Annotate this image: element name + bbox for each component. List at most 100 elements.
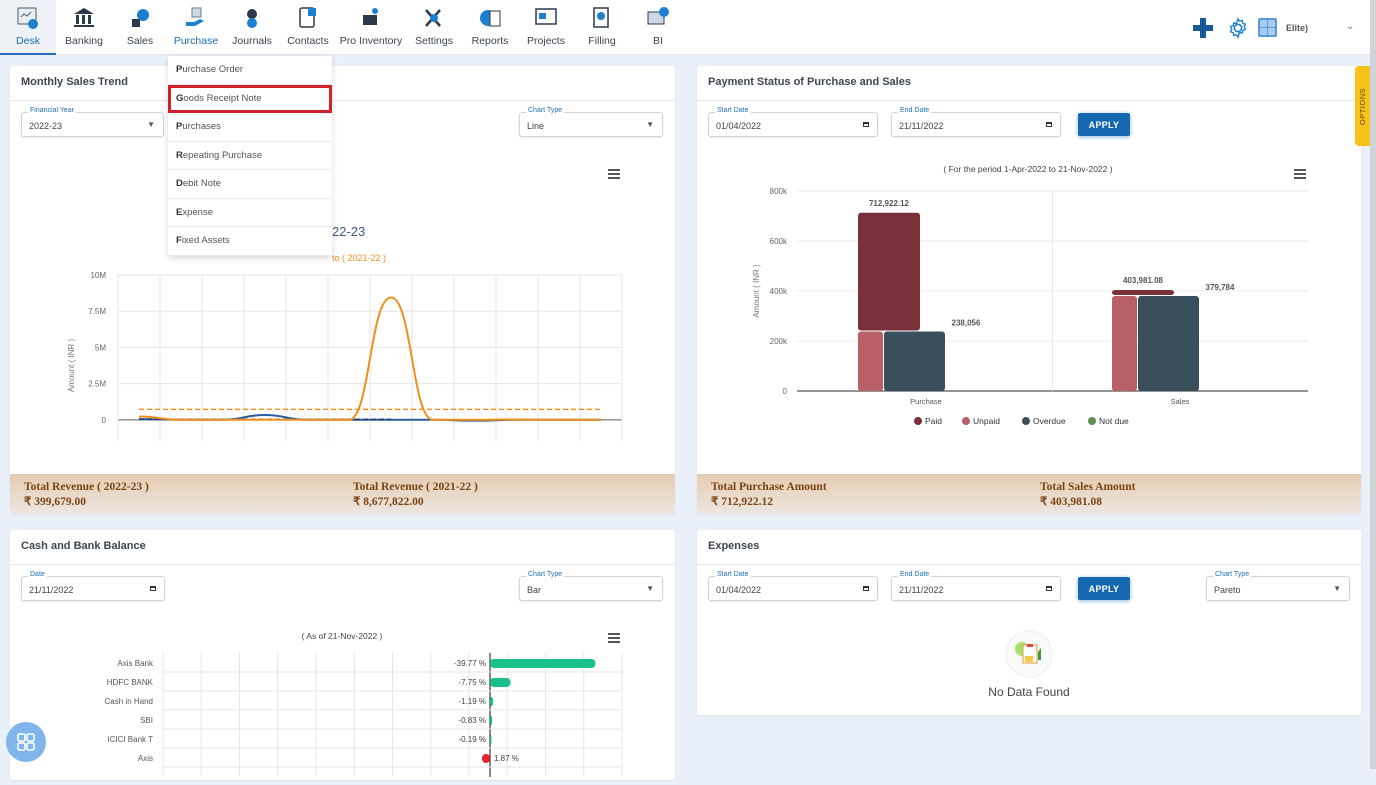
card-title: Cash and Bank Balance <box>21 540 146 552</box>
financial-year-select[interactable]: Financial Year 2022-23 ▼ <box>21 107 164 137</box>
total-value: ₹ 8,677,822.00 <box>353 496 424 508</box>
end-date-input[interactable]: End Date 21/11/2022 <box>891 107 1061 137</box>
bar-paid[interactable] <box>1112 290 1174 296</box>
apply-button[interactable]: APPLY <box>1078 577 1130 600</box>
nav-item-contacts[interactable]: Contacts <box>280 0 336 55</box>
calendar-icon[interactable] <box>1046 122 1052 127</box>
menu-item-repeating-purchase[interactable]: Repeating Purchase <box>168 142 332 170</box>
nav-item-bi[interactable]: BI <box>630 0 686 55</box>
nav-item-sales[interactable]: Sales <box>112 0 168 55</box>
bar-overdue[interactable] <box>884 331 945 391</box>
balance-bar[interactable] <box>482 754 490 763</box>
data-label: 403,981.08 <box>1123 276 1164 285</box>
apps-grid-button[interactable] <box>6 722 46 762</box>
bar-unpaid[interactable] <box>858 331 883 391</box>
chart-type-select[interactable]: Chart Type Line ▼ <box>519 107 663 137</box>
nav-item-filling[interactable]: Filling <box>574 0 630 55</box>
bar-paid[interactable] <box>858 212 920 331</box>
menu-item-fixed-assets[interactable]: Fixed Assets <box>168 227 332 256</box>
date-input[interactable]: Date 21/11/2022 <box>21 571 165 601</box>
filling-icon <box>593 7 609 28</box>
total-value: ₹ 403,981.08 <box>1040 496 1102 508</box>
nav-item-journals[interactable]: Journals <box>224 0 280 55</box>
add-icon[interactable] <box>1193 18 1213 38</box>
divider <box>10 564 675 565</box>
menu-item-debit-note[interactable]: Debit Note <box>168 170 332 199</box>
projects-icon <box>535 8 557 25</box>
end-date-input[interactable]: End Date 21/11/2022 <box>891 571 1061 601</box>
y-tick-label: 200k <box>770 337 788 346</box>
nav-item-banking[interactable]: Banking <box>56 0 112 55</box>
user-company-label[interactable]: Elite) <box>1286 23 1308 33</box>
apply-button[interactable]: APPLY <box>1078 113 1130 136</box>
field-label: Chart Type <box>1213 571 1252 578</box>
legend-swatch <box>1022 417 1030 425</box>
menu-item-goods-receipt-note[interactable]: Goods Receipt Note <box>168 84 332 113</box>
no-data-illustration-icon <box>1005 630 1053 678</box>
page-scrollbar[interactable] <box>1370 0 1376 769</box>
nav-item-projects[interactable]: Projects <box>518 0 574 55</box>
bi-icon <box>647 7 669 25</box>
data-label: 712,922.12 <box>869 199 910 208</box>
legend-item[interactable]: Not due <box>1099 416 1129 426</box>
reports-icon <box>480 10 501 27</box>
legend-swatch <box>1088 417 1096 425</box>
chart-title: 22-23 <box>332 224 365 239</box>
legend-item[interactable]: Paid <box>925 416 942 426</box>
data-label: -7.75 % <box>458 678 486 687</box>
cash-bank-bar-chart: ( As of 21-Nov-2022 ) Axis Bank -39.77 % HD… <box>105 631 623 777</box>
chart-type-select[interactable]: Chart Type Bar ▼ <box>519 571 663 601</box>
legend-swatch <box>962 417 970 425</box>
journals-icon <box>247 9 257 28</box>
chart-type-select[interactable]: Chart Type Pareto ▼ <box>1206 571 1350 601</box>
balance-bar[interactable] <box>490 697 494 706</box>
caret-down-icon: ▼ <box>147 120 155 129</box>
field-label: End Date <box>898 571 932 578</box>
y-tick-label: 400k <box>770 287 788 296</box>
balance-bar[interactable] <box>490 659 596 668</box>
y-tick-label: 2.5M <box>88 380 106 389</box>
options-tab[interactable]: OPTIONS <box>1355 66 1371 146</box>
field-value: 21/11/2022 <box>899 585 944 595</box>
menu-item-label: urchase Order <box>182 64 244 76</box>
menu-item-expense[interactable]: Expense <box>168 199 332 227</box>
y-tick-label: ICICI Bank T <box>107 735 153 744</box>
menu-item-purchases[interactable]: Purchases <box>168 113 332 142</box>
nav-item-desk[interactable]: Desk <box>0 0 56 55</box>
y-tick-label: 600k <box>770 237 788 246</box>
legend-item[interactable]: Overdue <box>1033 416 1066 426</box>
start-date-input[interactable]: Start Date 01/04/2022 <box>708 107 878 137</box>
caret-down-icon: ▼ <box>1333 584 1341 593</box>
y-tick-label: 0 <box>102 416 107 425</box>
chevron-down-icon[interactable]: ⌄ <box>1346 21 1354 32</box>
y-axis-label: Amount ( INR ) <box>752 264 761 318</box>
menu-item-label: xpense <box>182 206 213 218</box>
nav-label: Reports <box>471 35 509 47</box>
menu-item-purchase-order[interactable]: Purchase Order <box>168 56 332 85</box>
chart-subtitle: to ( 2021-22 ) <box>332 253 386 263</box>
balance-bar[interactable] <box>490 716 493 725</box>
nav-item-reports[interactable]: Reports <box>462 0 518 55</box>
bar-overdue[interactable] <box>1138 296 1199 391</box>
bar-unpaid[interactable] <box>1112 296 1137 391</box>
calendar-icon[interactable] <box>150 586 156 591</box>
balance-bar[interactable] <box>490 678 511 687</box>
calculator-icon[interactable] <box>1258 18 1277 37</box>
field-value: 01/04/2022 <box>716 585 762 595</box>
menu-item-label: ixed Assets <box>181 235 230 247</box>
calendar-icon[interactable] <box>863 586 869 591</box>
nav-label: BI <box>653 35 663 47</box>
nav-item-purchase[interactable]: Purchase <box>168 0 224 55</box>
nav-item-settings[interactable]: Settings <box>406 0 462 55</box>
calendar-icon[interactable] <box>1046 586 1052 591</box>
nav-label: Desk <box>16 35 40 47</box>
calendar-icon[interactable] <box>863 122 869 127</box>
y-tick-label: 5M <box>95 343 106 352</box>
nav-item-pro-inventory[interactable]: Pro Inventory <box>336 0 406 55</box>
start-date-input[interactable]: Start Date 01/04/2022 <box>708 571 878 601</box>
balance-bar[interactable] <box>490 735 492 744</box>
legend-item[interactable]: Unpaid <box>973 416 1000 426</box>
settings-gear-icon[interactable] <box>1227 17 1249 39</box>
y-tick-label: HDFC BANK <box>107 678 154 687</box>
y-tick-label: SBI <box>140 716 153 725</box>
